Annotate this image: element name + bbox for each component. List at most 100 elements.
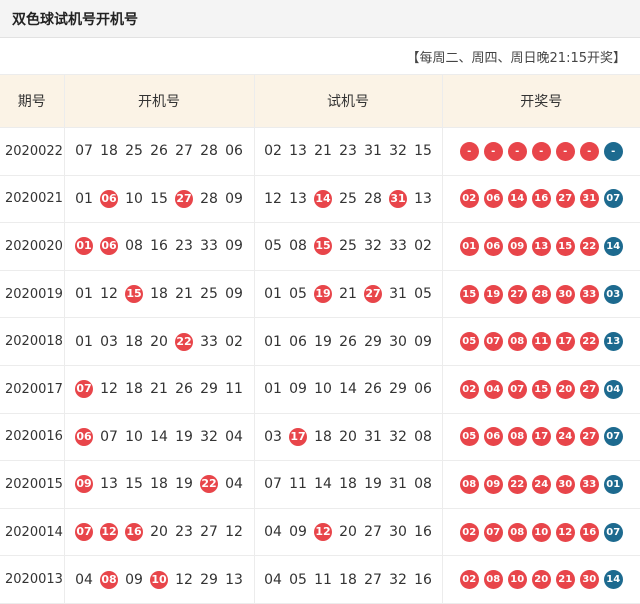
table-header-row: 期号 开机号 试机号 开奖号 bbox=[0, 74, 640, 128]
number: 06 bbox=[289, 333, 307, 350]
red-ball: 06 bbox=[483, 427, 503, 447]
number: 21 bbox=[314, 143, 332, 160]
number: 13 bbox=[225, 571, 243, 588]
table-row: 2020014 07 12 16 20 23 27 12 04 09 12 20 27 30 16 02 07 0… bbox=[0, 508, 640, 557]
number: 18 bbox=[339, 571, 357, 588]
number: 32 bbox=[389, 571, 407, 588]
table-row: 2020015 09 13 15 18 19 22 04 07 11 14 18 19 31 08 08 09 2… bbox=[0, 460, 640, 509]
number: 30 bbox=[389, 333, 407, 350]
draw-balls: 02 06 14 16 27 31 07 bbox=[459, 189, 623, 209]
highlighted-number: 06 bbox=[75, 427, 93, 446]
red-ball: 15 bbox=[555, 236, 575, 256]
number: 20 bbox=[150, 333, 168, 350]
red-ball: 10 bbox=[507, 570, 527, 590]
red-ball: 14 bbox=[507, 189, 527, 209]
number: 10 bbox=[125, 190, 143, 207]
number: 05 bbox=[289, 571, 307, 588]
number: 01 bbox=[264, 286, 282, 303]
number: 02 bbox=[264, 143, 282, 160]
number: 19 bbox=[314, 333, 332, 350]
draw-numbers-cell: 15 19 27 28 30 33 03 bbox=[442, 270, 640, 319]
red-ball: - bbox=[459, 141, 479, 161]
number: 08 bbox=[289, 238, 307, 255]
number: 03 bbox=[264, 428, 282, 445]
number: 31 bbox=[364, 143, 382, 160]
number: 31 bbox=[364, 428, 382, 445]
number: 29 bbox=[200, 571, 218, 588]
number: 25 bbox=[125, 143, 143, 160]
red-ball: 27 bbox=[579, 427, 599, 447]
red-ball: 22 bbox=[579, 236, 599, 256]
blue-ball: 14 bbox=[603, 236, 623, 256]
highlighted-number: 09 bbox=[75, 475, 93, 494]
number: 16 bbox=[150, 238, 168, 255]
number: 31 bbox=[389, 476, 407, 493]
column-header-draw-numbers: 开奖号 bbox=[442, 74, 640, 128]
trial-numbers: 03 17 18 20 31 32 08 bbox=[262, 427, 434, 447]
red-ball: 15 bbox=[459, 284, 479, 304]
number: 09 bbox=[225, 286, 243, 303]
open-numbers: 01 03 18 20 22 33 02 bbox=[73, 332, 245, 352]
number: 25 bbox=[200, 286, 218, 303]
highlighted-number: 06 bbox=[100, 189, 118, 208]
table-row: 2020019 01 12 15 18 21 25 09 01 05 19 21 27 31 05 15 19 2… bbox=[0, 270, 640, 319]
red-ball: 28 bbox=[531, 284, 551, 304]
blue-ball: 07 bbox=[603, 427, 623, 447]
red-ball: 09 bbox=[507, 236, 527, 256]
trial-numbers-cell: 01 05 19 21 27 31 05 bbox=[254, 270, 443, 319]
number: 01 bbox=[75, 333, 93, 350]
number: 26 bbox=[150, 143, 168, 160]
trial-numbers: 01 05 19 21 27 31 05 bbox=[262, 284, 434, 304]
red-ball: 17 bbox=[555, 332, 575, 352]
red-ball: - bbox=[579, 141, 599, 161]
number: 29 bbox=[364, 333, 382, 350]
red-ball: 21 bbox=[555, 570, 575, 590]
number: 23 bbox=[175, 238, 193, 255]
number: 02 bbox=[414, 238, 432, 255]
red-ball: 02 bbox=[459, 570, 479, 590]
period-cell: 2020018 bbox=[0, 317, 65, 366]
number: 06 bbox=[225, 143, 243, 160]
draw-numbers-cell: ------- bbox=[442, 127, 640, 176]
number: 08 bbox=[125, 238, 143, 255]
trial-numbers: 02 13 21 23 31 32 15 bbox=[262, 141, 434, 161]
red-ball: 24 bbox=[531, 474, 551, 494]
red-ball: 05 bbox=[459, 427, 479, 447]
draw-balls: 08 09 22 24 30 33 01 bbox=[459, 474, 623, 494]
trial-numbers-cell: 02 13 21 23 31 32 15 bbox=[254, 127, 443, 176]
number: 09 bbox=[414, 333, 432, 350]
draw-numbers-cell: 05 06 08 17 24 27 07 bbox=[442, 413, 640, 462]
open-numbers-cell: 01 06 10 15 27 28 09 bbox=[64, 175, 255, 224]
red-ball: 11 bbox=[531, 332, 551, 352]
highlighted-number: 06 bbox=[100, 237, 118, 256]
draw-numbers-cell: 05 07 08 11 17 22 13 bbox=[442, 317, 640, 366]
number: 26 bbox=[339, 333, 357, 350]
number: 01 bbox=[264, 381, 282, 398]
trial-numbers: 01 09 10 14 26 29 06 bbox=[262, 379, 434, 399]
number: 09 bbox=[225, 190, 243, 207]
number: 20 bbox=[150, 524, 168, 541]
number: 01 bbox=[75, 286, 93, 303]
red-ball: 07 bbox=[507, 379, 527, 399]
period-cell: 2020019 bbox=[0, 270, 65, 319]
period-cell: 2020022 bbox=[0, 127, 65, 176]
number: 27 bbox=[200, 524, 218, 541]
red-ball: 15 bbox=[531, 379, 551, 399]
draw-balls: 02 04 07 15 20 27 04 bbox=[459, 379, 623, 399]
number: 07 bbox=[100, 428, 118, 445]
open-numbers-cell: 04 08 09 10 12 29 13 bbox=[64, 555, 255, 604]
number: 15 bbox=[150, 190, 168, 207]
number: 13 bbox=[289, 143, 307, 160]
draw-schedule-text: 【每周二、周四、周日晚21:15开奖】 bbox=[406, 50, 626, 66]
draw-balls: ------- bbox=[459, 141, 623, 161]
number: 14 bbox=[314, 476, 332, 493]
highlighted-number: 14 bbox=[314, 189, 332, 208]
number: 11 bbox=[314, 571, 332, 588]
number: 13 bbox=[289, 190, 307, 207]
red-ball: - bbox=[555, 141, 575, 161]
blue-ball: - bbox=[603, 141, 623, 161]
number: 09 bbox=[225, 238, 243, 255]
blue-ball: 07 bbox=[603, 189, 623, 209]
number: 08 bbox=[414, 428, 432, 445]
number: 09 bbox=[289, 524, 307, 541]
